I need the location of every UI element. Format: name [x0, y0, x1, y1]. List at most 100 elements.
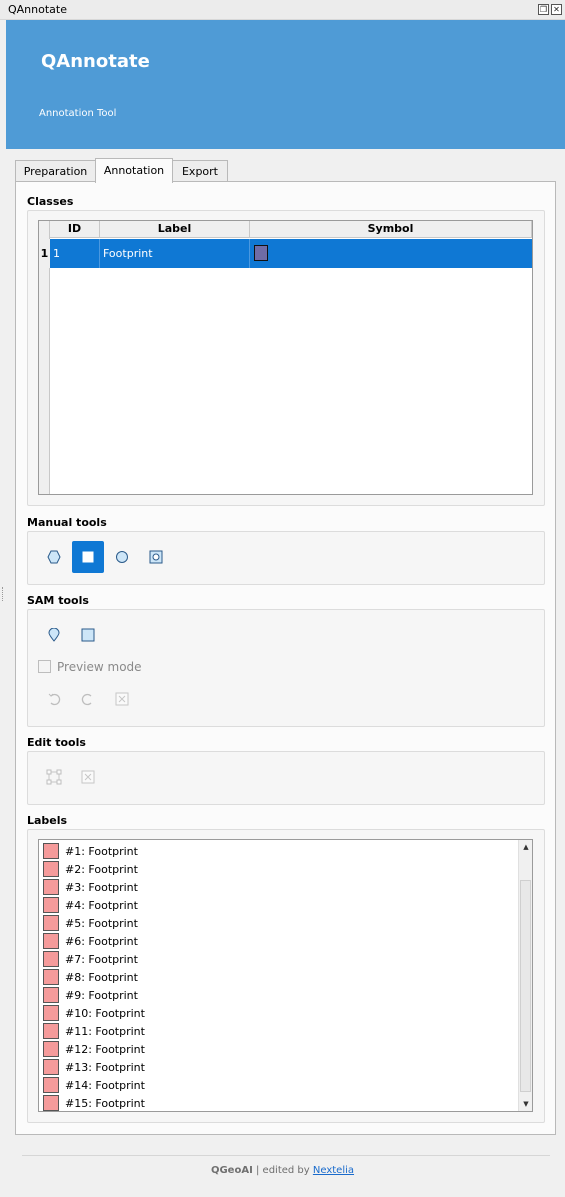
redo-icon — [81, 693, 92, 706]
column-header-label[interactable]: Label — [100, 221, 250, 238]
label-text: #7: Footprint — [65, 953, 138, 966]
manual-tools-label: Manual tools — [27, 516, 107, 529]
symbol-swatch — [254, 245, 268, 261]
footer-brand: QGeoAI — [210, 1165, 253, 1176]
label-text: #12: Footprint — [65, 1043, 145, 1056]
label-color-swatch — [43, 1023, 59, 1039]
label-color-swatch — [43, 1041, 59, 1057]
list-item[interactable]: #5: Footprint — [41, 914, 516, 932]
delete-button[interactable] — [72, 761, 104, 793]
edit-tools-group — [27, 751, 545, 805]
cell-id[interactable]: 1 — [50, 239, 100, 268]
clear-icon — [115, 692, 129, 706]
label-color-swatch — [43, 1059, 59, 1075]
tab-annotation[interactable]: Annotation — [95, 158, 173, 183]
list-item[interactable]: #6: Footprint — [41, 932, 516, 950]
table-row[interactable]: 1 Footprint — [50, 239, 532, 268]
list-item[interactable]: #15: Footprint — [41, 1094, 516, 1111]
label-color-swatch — [43, 897, 59, 913]
window-titlebar: QAnnotate ❐ ✕ — [0, 0, 565, 20]
box-icon — [81, 628, 95, 642]
column-header-symbol[interactable]: Symbol — [250, 221, 532, 238]
label-text: #3: Footprint — [65, 881, 138, 894]
label-text: #8: Footprint — [65, 971, 138, 984]
labels-list[interactable]: #1: Footprint #2: Footprint #3: Footprint #… — [38, 839, 533, 1112]
app-title: QAnnotate — [41, 51, 150, 72]
label-text: #4: Footprint — [65, 899, 138, 912]
label-color-swatch — [43, 1095, 59, 1111]
footer: QGeoAI | edited by Nextelia — [0, 1165, 565, 1176]
undo-button[interactable] — [38, 683, 70, 715]
redo-button[interactable] — [72, 683, 104, 715]
label-color-swatch — [43, 915, 59, 931]
polygon-icon — [47, 550, 61, 564]
label-color-swatch — [43, 879, 59, 895]
row-number[interactable]: 1 — [39, 239, 50, 268]
footer-separator: | — [255, 1165, 260, 1176]
list-item[interactable]: #1: Footprint — [41, 842, 516, 860]
point-icon — [48, 628, 60, 642]
footer-link[interactable]: Nextelia — [313, 1165, 354, 1176]
label-text: #14: Footprint — [65, 1079, 145, 1092]
classes-label: Classes — [27, 195, 74, 208]
vertex-edit-button[interactable] — [38, 761, 70, 793]
label-color-swatch — [43, 933, 59, 949]
classes-table[interactable]: ID Label Symbol 1 1 Footprint — [38, 220, 533, 495]
list-item[interactable]: #8: Footprint — [41, 968, 516, 986]
clear-button[interactable] — [106, 683, 138, 715]
window-title: QAnnotate — [8, 3, 67, 16]
tab-export[interactable]: Export — [172, 160, 228, 183]
list-item[interactable]: #10: Footprint — [41, 1004, 516, 1022]
sam-box-button[interactable] — [72, 619, 104, 651]
label-color-swatch — [43, 843, 59, 859]
list-item[interactable]: #12: Footprint — [41, 1040, 516, 1058]
splitter-handle[interactable] — [2, 587, 4, 601]
scroll-thumb[interactable] — [520, 880, 531, 1092]
app-subtitle: Annotation Tool — [39, 108, 117, 119]
list-item[interactable]: #2: Footprint — [41, 860, 516, 878]
header-banner: QAnnotate Annotation Tool — [6, 20, 565, 149]
column-header-id[interactable]: ID — [50, 221, 100, 238]
label-color-swatch — [43, 987, 59, 1003]
scroll-down-icon[interactable]: ▼ — [519, 1097, 532, 1111]
cell-label[interactable]: Footprint — [100, 239, 250, 268]
scroll-up-icon[interactable]: ▲ — [519, 840, 532, 854]
preview-mode-checkbox[interactable] — [38, 660, 51, 673]
label-text: #2: Footprint — [65, 863, 138, 876]
label-text: #10: Footprint — [65, 1007, 145, 1020]
list-item[interactable]: #11: Footprint — [41, 1022, 516, 1040]
label-color-swatch — [43, 969, 59, 985]
circle-icon — [116, 551, 128, 563]
list-item[interactable]: #7: Footprint — [41, 950, 516, 968]
close-icon[interactable]: ✕ — [551, 4, 562, 15]
float-icon[interactable]: ❐ — [538, 4, 549, 15]
rectangle-tool-button[interactable] — [72, 541, 104, 573]
list-item[interactable]: #13: Footprint — [41, 1058, 516, 1076]
donut-icon — [149, 550, 163, 564]
manual-tools-group — [27, 531, 545, 585]
circle-tool-button[interactable] — [106, 541, 138, 573]
edit-tools-label: Edit tools — [27, 736, 86, 749]
donut-tool-button[interactable] — [140, 541, 172, 573]
list-item[interactable]: #4: Footprint — [41, 896, 516, 914]
labels-label: Labels — [27, 814, 68, 827]
sam-tools-label: SAM tools — [27, 594, 89, 607]
label-color-swatch — [43, 951, 59, 967]
list-item[interactable]: #14: Footprint — [41, 1076, 516, 1094]
label-text: #13: Footprint — [65, 1061, 145, 1074]
vertex-edit-icon — [46, 769, 62, 785]
label-text: #15: Footprint — [65, 1097, 145, 1110]
label-text: #9: Footprint — [65, 989, 138, 1002]
label-color-swatch — [43, 1005, 59, 1021]
label-color-swatch — [43, 1077, 59, 1093]
undo-icon — [48, 693, 61, 706]
tab-preparation[interactable]: Preparation — [15, 160, 96, 183]
list-item[interactable]: #3: Footprint — [41, 878, 516, 896]
labels-scrollbar[interactable]: ▲ ▼ — [518, 840, 532, 1111]
footer-divider — [22, 1155, 550, 1156]
cell-symbol[interactable] — [250, 239, 532, 268]
rectangle-icon — [82, 551, 94, 563]
polygon-tool-button[interactable] — [38, 541, 70, 573]
list-item[interactable]: #9: Footprint — [41, 986, 516, 1004]
sam-point-button[interactable] — [38, 619, 70, 651]
